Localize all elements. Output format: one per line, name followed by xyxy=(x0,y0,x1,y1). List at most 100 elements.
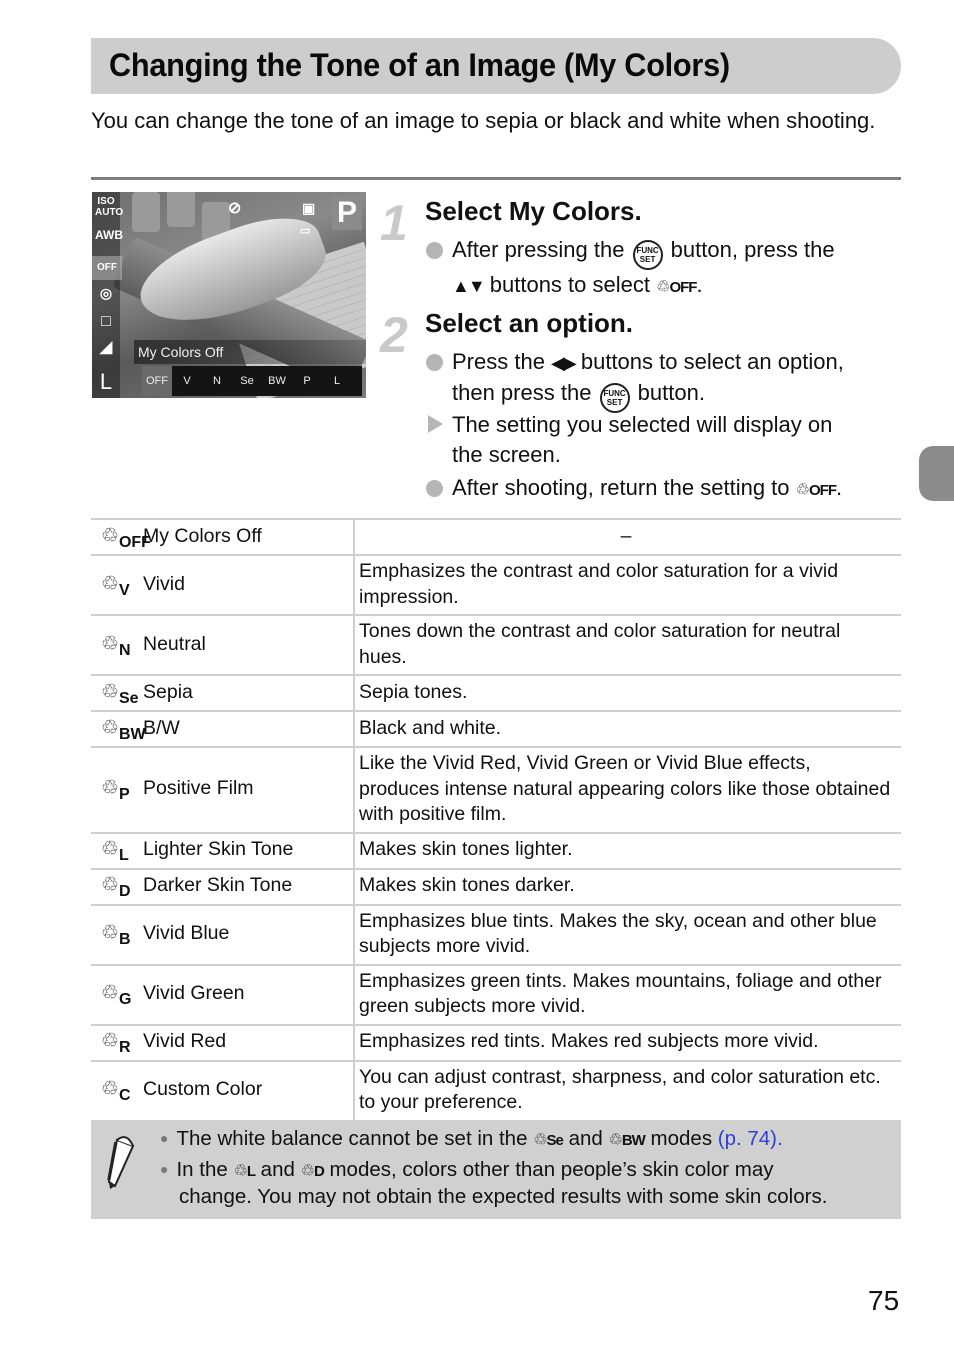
shooting-mode-badge: P xyxy=(332,196,362,230)
func-label: FUNC xyxy=(636,246,659,255)
step-2-after-shooting: After shooting, return the setting to ♲O… xyxy=(452,473,902,506)
table-row: ♲C Custom Color You can adjust contrast, s… xyxy=(91,1059,901,1122)
text: and xyxy=(254,1158,301,1181)
description-cell: Emphasizes red tints. Makes red subjects… xyxy=(354,1023,901,1062)
my-colors-mode-icon: ♲G xyxy=(101,980,143,1009)
text: button, press the xyxy=(670,237,835,262)
icon-text: L xyxy=(246,1163,256,1180)
title-bar: Changing the Tone of an Image (My Colors… xyxy=(91,38,901,94)
mode-cell: ♲G Vivid Green xyxy=(91,963,355,1026)
mode-name: Positive Film xyxy=(143,777,254,800)
option-positive-film-icon: P xyxy=(303,375,311,387)
option-strip: OFF V N Se BW P L xyxy=(142,366,362,396)
bell-glyph: ♲ xyxy=(101,632,119,655)
bullet-dot xyxy=(426,354,443,371)
icon-text: D xyxy=(313,1163,325,1180)
camera-orientation-icon: ▣ xyxy=(302,200,316,216)
mode-cell: ♲C Custom Color xyxy=(91,1059,355,1122)
option-sepia-icon: Se xyxy=(240,375,254,387)
white-balance-icon: AWB xyxy=(95,228,123,242)
my-colors-off-icon: ♲OFF xyxy=(656,279,697,296)
step-2-result: The setting you selected will display on… xyxy=(452,410,902,470)
table-row: ♲OFFMy Colors Off – xyxy=(91,518,901,556)
text: The setting you selected will display on xyxy=(452,412,833,437)
mode-cell: ♲OFFMy Colors Off xyxy=(91,518,355,556)
icon-text: BW xyxy=(621,1132,646,1149)
icon-text: C xyxy=(118,1087,131,1104)
step-2-title: Select an option. xyxy=(425,308,634,338)
icon-text: P xyxy=(118,786,130,804)
table-row: ♲B Vivid Blue Emphasizes blue tints. Makes… xyxy=(91,903,901,966)
note-line-3: change. You may not obtain the expected … xyxy=(179,1185,828,1208)
sepia-mode-icon: ♲Se xyxy=(533,1132,564,1149)
description-cell: Black and white. xyxy=(354,710,901,748)
divider xyxy=(91,177,901,180)
mode-name: Vivid Red xyxy=(143,1030,227,1052)
my-colors-mode-icon: ♲Se xyxy=(101,679,143,708)
mode-cell: ♲P Positive Film xyxy=(91,746,355,834)
table-row: ♲N Neutral Tones down the contrast and col… xyxy=(91,614,901,676)
mode-cell: ♲B Vivid Blue xyxy=(91,903,355,966)
text: buttons to select xyxy=(489,272,650,297)
page-title: Changing the Tone of an Image (My Colors… xyxy=(109,47,730,83)
current-setting-label: My Colors Off xyxy=(134,340,366,364)
icon-text: V xyxy=(118,581,130,599)
bell-glyph: ♲ xyxy=(101,716,119,739)
description-cell: Like the Vivid Red, Vivid Green or Vivid… xyxy=(354,746,901,834)
quality-icon: ◢ xyxy=(99,339,113,356)
bullet-dot xyxy=(426,242,443,259)
note-line-1: ● The white balance cannot be set in the … xyxy=(160,1125,783,1154)
text: . xyxy=(696,272,703,297)
mode-name: Custom Color xyxy=(143,1078,263,1100)
page-number: 75 xyxy=(868,1285,900,1316)
bell-glyph: ♲ xyxy=(101,777,119,800)
paint-jar xyxy=(167,192,195,227)
icon-text: N xyxy=(118,641,131,659)
paint-jar xyxy=(132,192,160,232)
flash-off-icon: ⊘ xyxy=(228,200,242,217)
option-bw-icon: BW xyxy=(268,375,286,387)
icon-text: B xyxy=(118,931,131,948)
text: The white balance cannot be set in the xyxy=(176,1127,534,1150)
set-label: SET xyxy=(639,255,656,264)
option-neutral-icon: N xyxy=(213,375,221,387)
pencil-note-icon xyxy=(107,1136,135,1189)
icon-text: OFF xyxy=(809,482,837,499)
table-row: ♲V Vivid Emphasizes the contrast and color… xyxy=(91,554,901,616)
mode-cell: ♲BWB/W xyxy=(91,710,355,748)
step-number-1: 1 xyxy=(380,195,408,251)
table-row: ♲P Positive Film Like the Vivid Red, Vivid… xyxy=(91,746,901,834)
mode-name: Vivid Green xyxy=(143,982,245,1004)
intro-text: You can change the tone of an image to s… xyxy=(91,108,876,133)
my-colors-icon: OFF xyxy=(92,256,122,280)
text: button. xyxy=(637,380,705,405)
mode-cell: ♲V Vivid xyxy=(91,554,355,616)
chapter-tab xyxy=(919,446,954,501)
bell-glyph: ♲ xyxy=(101,838,119,860)
mode-cell: ♲R Vivid Red xyxy=(91,1023,355,1062)
mode-cell: ♲N Neutral xyxy=(91,614,355,676)
table-row: ♲L Lighter Skin Tone Makes skin tones ligh… xyxy=(91,831,901,870)
my-colors-mode-icon: ♲C xyxy=(101,1076,143,1105)
icon-text: G xyxy=(118,991,132,1008)
my-colors-mode-icon: ♲V xyxy=(101,571,143,600)
left-right-arrows-icon: ◀▶ xyxy=(551,353,577,373)
text: . xyxy=(836,475,843,500)
bell-glyph: ♲ xyxy=(101,1030,119,1052)
mode-cell: ♲L Lighter Skin Tone xyxy=(91,831,355,870)
mode-name: Lighter Skin Tone xyxy=(143,838,294,860)
description-cell: You can adjust contrast, sharpness, and … xyxy=(354,1059,901,1122)
text: After pressing the xyxy=(452,237,631,262)
option-off-icon: OFF xyxy=(142,366,172,396)
bell-glyph: ♲ xyxy=(101,874,119,896)
description-cell: – xyxy=(354,518,901,556)
lighter-skin-mode-icon: ♲L xyxy=(233,1163,256,1180)
mode-name: B/W xyxy=(143,716,180,739)
note-bullet: ● xyxy=(160,1161,169,1177)
page-link[interactable]: (p. 74). xyxy=(718,1127,783,1150)
note-line-2: ● In the ♲L and ♲D modes, colors other th… xyxy=(160,1156,774,1185)
resolution-icon: L xyxy=(99,369,113,394)
my-colors-mode-icon: ♲BW xyxy=(101,715,146,744)
func-label: FUNC xyxy=(603,389,626,398)
bell-glyph: ♲ xyxy=(101,1078,119,1100)
